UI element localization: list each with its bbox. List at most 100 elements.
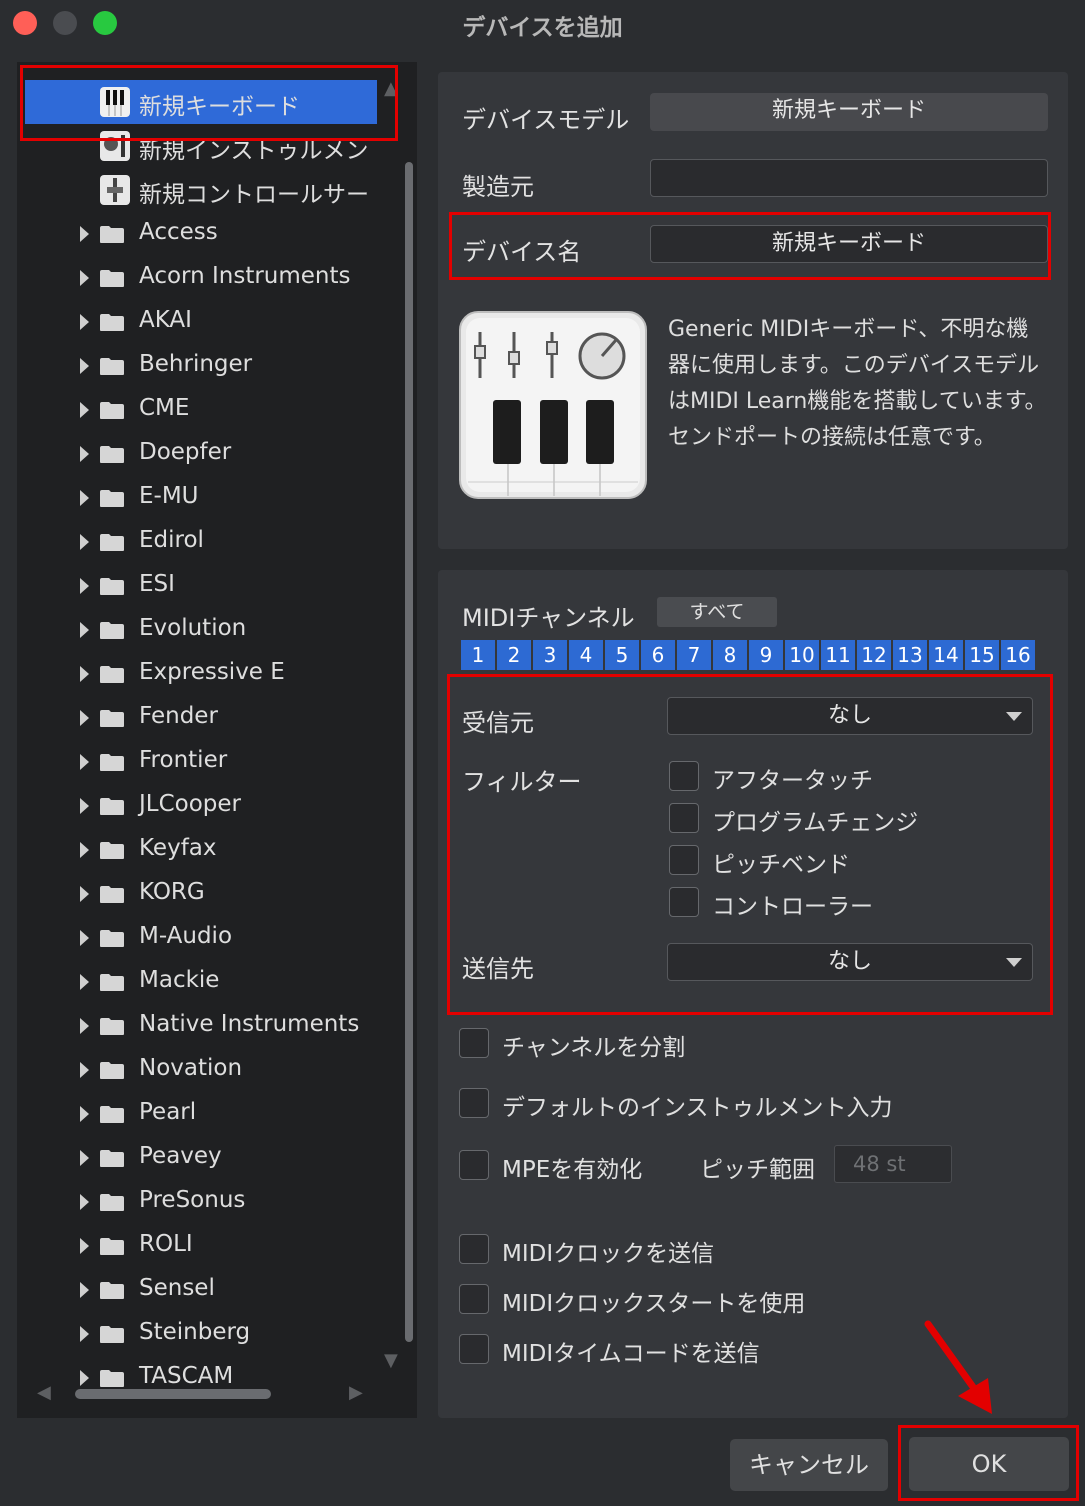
disclosure-triangle-icon[interactable] (80, 1150, 89, 1166)
disclosure-triangle-icon[interactable] (80, 622, 89, 638)
disclosure-triangle-icon[interactable] (80, 754, 89, 770)
disclosure-triangle-icon[interactable] (80, 226, 89, 242)
scroll-left-arrow-icon[interactable]: ◀ (37, 1382, 51, 1403)
window-title: デバイスを追加 (462, 15, 623, 41)
disclosure-triangle-icon[interactable] (80, 578, 89, 594)
scroll-right-arrow-icon[interactable]: ▶ (349, 1382, 363, 1403)
device-folder-item[interactable]: Steinberg (17, 1312, 387, 1356)
disclosure-triangle-icon[interactable] (80, 974, 89, 990)
midi-channel-button[interactable]: 10 (785, 640, 819, 670)
device-folder-item[interactable]: Keyfax (17, 828, 387, 872)
disclosure-triangle-icon[interactable] (80, 1370, 89, 1386)
disclosure-triangle-icon[interactable] (80, 490, 89, 506)
device-folder-item[interactable]: ESI (17, 564, 387, 608)
horizontal-scrollbar[interactable] (75, 1389, 271, 1399)
receive-from-select[interactable]: なし (667, 697, 1033, 735)
device-folder-item[interactable]: Pearl (17, 1092, 387, 1136)
device-folder-item[interactable]: Doepfer (17, 432, 387, 476)
device-folder-item[interactable]: Sensel (17, 1268, 387, 1312)
disclosure-triangle-icon[interactable] (80, 930, 89, 946)
device-folder-item[interactable]: Access (17, 212, 387, 256)
disclosure-triangle-icon[interactable] (80, 842, 89, 858)
folder-icon (100, 490, 124, 507)
scroll-down-arrow-icon[interactable]: ▼ (384, 1350, 398, 1371)
midi-channel-button[interactable]: 16 (1001, 640, 1035, 670)
filter-checkbox[interactable] (669, 761, 699, 791)
filter-checkbox[interactable] (669, 887, 699, 917)
disclosure-triangle-icon[interactable] (80, 1106, 89, 1122)
cancel-button[interactable]: キャンセル (730, 1439, 888, 1491)
device-folder-item[interactable]: E-MU (17, 476, 387, 520)
filter-option-label: アフタータッチ (712, 768, 873, 794)
send-timecode-checkbox[interactable] (459, 1334, 489, 1364)
device-folder-item[interactable]: Mackie (17, 960, 387, 1004)
device-folder-item[interactable]: Evolution (17, 608, 387, 652)
disclosure-triangle-icon[interactable] (80, 1018, 89, 1034)
disclosure-triangle-icon[interactable] (80, 1282, 89, 1298)
send-midi-clock-checkbox[interactable] (459, 1234, 489, 1264)
disclosure-triangle-icon[interactable] (80, 358, 89, 374)
device-folder-item[interactable]: Frontier (17, 740, 387, 784)
split-channels-checkbox[interactable] (459, 1028, 489, 1058)
device-folder-item[interactable]: KORG (17, 872, 387, 916)
disclosure-triangle-icon[interactable] (80, 710, 89, 726)
disclosure-triangle-icon[interactable] (80, 1326, 89, 1342)
device-folder-item[interactable]: Native Instruments (17, 1004, 387, 1048)
device-item-label: E-MU (139, 483, 199, 509)
device-model-field[interactable]: 新規キーボード (650, 93, 1048, 131)
highlight-device-name (449, 212, 1051, 280)
disclosure-triangle-icon[interactable] (80, 886, 89, 902)
device-folder-item[interactable]: Edirol (17, 520, 387, 564)
midi-channel-button[interactable]: 3 (533, 640, 567, 670)
device-folder-item[interactable]: ROLI (17, 1224, 387, 1268)
filter-checkbox[interactable] (669, 803, 699, 833)
device-folder-item[interactable]: Peavey (17, 1136, 387, 1180)
device-folder-item[interactable]: Novation (17, 1048, 387, 1092)
midi-channel-button[interactable]: 8 (713, 640, 747, 670)
midi-channel-button[interactable]: 15 (965, 640, 999, 670)
midi-channel-button[interactable]: 2 (497, 640, 531, 670)
device-folder-item[interactable]: Expressive E (17, 652, 387, 696)
device-folder-item[interactable]: Fender (17, 696, 387, 740)
midi-channel-button[interactable]: 4 (569, 640, 603, 670)
midi-channel-button[interactable]: 14 (929, 640, 963, 670)
default-instrument-input-checkbox[interactable] (459, 1088, 489, 1118)
device-folder-item[interactable]: M-Audio (17, 916, 387, 960)
midi-channel-button[interactable]: 11 (821, 640, 855, 670)
device-item-label: Behringer (139, 351, 253, 377)
enable-mpe-checkbox[interactable] (459, 1150, 489, 1180)
device-folder-item[interactable]: JLCooper (17, 784, 387, 828)
disclosure-triangle-icon[interactable] (80, 534, 89, 550)
device-folder-item[interactable]: AKAI (17, 300, 387, 344)
device-folder-item[interactable]: Behringer (17, 344, 387, 388)
midi-channel-button[interactable]: 12 (857, 640, 891, 670)
midi-channel-button[interactable]: 1 (461, 640, 495, 670)
all-channels-button[interactable]: すべて (657, 597, 777, 627)
device-folder-item[interactable]: CME (17, 388, 387, 432)
disclosure-triangle-icon[interactable] (80, 446, 89, 462)
manufacturer-field[interactable] (650, 159, 1048, 197)
device-folder-item[interactable]: Acorn Instruments (17, 256, 387, 300)
disclosure-triangle-icon[interactable] (80, 314, 89, 330)
disclosure-triangle-icon[interactable] (80, 798, 89, 814)
disclosure-triangle-icon[interactable] (80, 1238, 89, 1254)
device-folder-item[interactable]: PreSonus (17, 1180, 387, 1224)
folder-icon (100, 1106, 124, 1123)
use-clock-start-checkbox[interactable] (459, 1284, 489, 1314)
midi-channel-button[interactable]: 9 (749, 640, 783, 670)
disclosure-triangle-icon[interactable] (80, 270, 89, 286)
midi-channel-button[interactable]: 6 (641, 640, 675, 670)
disclosure-triangle-icon[interactable] (80, 666, 89, 682)
disclosure-triangle-icon[interactable] (80, 1194, 89, 1210)
send-to-select[interactable]: なし (667, 943, 1033, 981)
midi-channel-button[interactable]: 7 (677, 640, 711, 670)
vertical-scrollbar[interactable] (405, 162, 413, 1342)
device-item[interactable]: 新規コントロールサー (17, 168, 387, 212)
pitch-range-field[interactable]: 48 st (834, 1145, 952, 1183)
midi-channel-button[interactable]: 5 (605, 640, 639, 670)
title-bar: デバイスを追加 (0, 0, 1085, 50)
disclosure-triangle-icon[interactable] (80, 1062, 89, 1078)
filter-checkbox[interactable] (669, 845, 699, 875)
midi-channel-button[interactable]: 13 (893, 640, 927, 670)
disclosure-triangle-icon[interactable] (80, 402, 89, 418)
